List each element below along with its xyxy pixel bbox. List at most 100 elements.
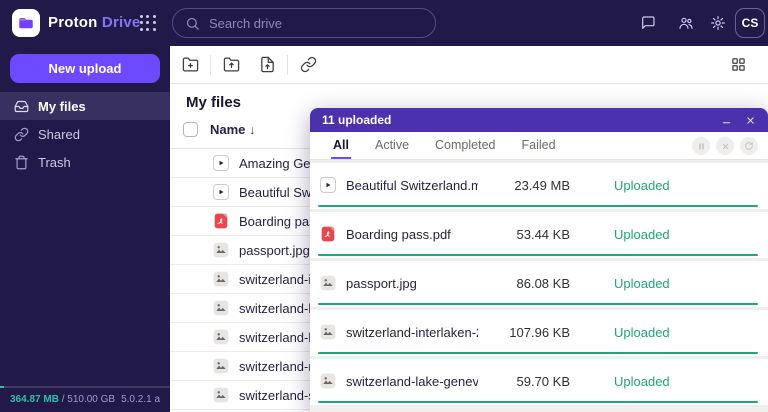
close-icon[interactable] — [744, 114, 756, 126]
search-bar[interactable] — [172, 8, 436, 38]
sidebar-item-shared[interactable]: Shared — [0, 120, 170, 148]
search-icon — [185, 16, 200, 31]
upload-file-size: 53.44 KB — [516, 226, 571, 242]
video-file-icon — [213, 155, 229, 171]
upload-file-name: Boarding pass.pdf — [346, 226, 451, 242]
app-title-drive: Drive — [101, 14, 141, 31]
search-input[interactable] — [209, 15, 409, 31]
image-file-icon — [213, 329, 229, 345]
upload-file-size: 86.08 KB — [516, 275, 571, 291]
storage-progress-bar — [0, 386, 170, 388]
upload-manager-panel: 11 uploaded All Active Completed Failed Bea… — [310, 108, 768, 412]
image-file-icon — [213, 387, 229, 403]
upload-progress-bar — [318, 303, 758, 305]
upload-progress-bar — [318, 254, 758, 256]
folder-logo-icon — [17, 14, 35, 32]
create-folder-button[interactable] — [176, 51, 204, 79]
upload-file-name: Beautiful Switzerland.mp4 — [346, 177, 478, 193]
cancel-all-button[interactable] — [716, 137, 734, 155]
storage-used: 364.87 MB — [10, 394, 59, 405]
upload-folder-button[interactable] — [217, 51, 245, 79]
upload-progress-bar — [318, 352, 758, 354]
account-avatar[interactable]: CS — [735, 8, 765, 38]
storage-summary: 364.87 MB / 510.00 GB 5.0.2.1 a — [10, 394, 160, 405]
pause-all-button[interactable] — [692, 137, 710, 155]
app-title-product: Proton — [48, 14, 98, 31]
inbox-icon — [14, 99, 29, 114]
tab-all[interactable]: All — [331, 138, 351, 159]
storage-total: 510.00 GB — [67, 394, 116, 405]
upload-progress-bar — [318, 205, 758, 207]
restart-all-button[interactable] — [740, 137, 758, 155]
image-file-icon — [213, 242, 229, 258]
upload-panel-header[interactable]: 11 uploaded — [310, 108, 768, 132]
upload-status: Uploaded — [614, 226, 670, 242]
toolbar-separator — [210, 54, 211, 75]
upload-actions — [692, 137, 758, 159]
proton-drive-logo[interactable] — [12, 9, 40, 37]
image-file-icon — [320, 275, 336, 291]
sort-descending-icon[interactable]: ↓ — [249, 123, 255, 137]
upload-status: Uploaded — [614, 177, 670, 193]
upload-file-name: switzerland-interlaken-2.jpg — [346, 324, 478, 340]
app-switcher-icon[interactable] — [140, 15, 156, 31]
image-file-icon — [213, 271, 229, 287]
image-file-icon — [320, 324, 336, 340]
upload-tabs: All Active Completed Failed — [310, 132, 768, 160]
feedback-icon[interactable] — [640, 15, 656, 31]
image-file-icon — [320, 373, 336, 389]
pdf-file-icon — [213, 213, 229, 229]
sidebar-item-label: My files — [38, 98, 86, 114]
trash-icon — [14, 155, 29, 170]
minimize-icon[interactable] — [720, 114, 732, 126]
top-bar: Proton Drive CS — [0, 0, 768, 46]
upload-row[interactable]: Beautiful Switzerland.mp4 23.49 MB Uploade… — [310, 163, 768, 209]
tab-active[interactable]: Active — [373, 138, 411, 159]
file-name: passport.jpg — [239, 242, 310, 258]
avatar-initials: CS — [741, 16, 759, 30]
settings-gear-icon[interactable] — [710, 15, 726, 31]
upload-status: Uploaded — [614, 324, 670, 340]
share-link-button[interactable] — [294, 51, 322, 79]
app-version: 5.0.2.1 a — [121, 394, 160, 405]
upload-row[interactable]: passport.jpg 86.08 KB Uploaded — [310, 261, 768, 307]
sidebar-nav: My files Shared Trash — [0, 92, 170, 176]
upload-file-size: 23.49 MB — [514, 177, 570, 193]
pdf-file-icon — [320, 226, 336, 242]
image-file-icon — [213, 300, 229, 316]
grid-view-toggle[interactable] — [724, 51, 752, 79]
toolbar-separator — [287, 54, 288, 75]
video-file-icon — [320, 177, 336, 193]
sidebar: New upload My files Shared Trash 364.87 MB… — [0, 46, 170, 412]
upload-file-button[interactable] — [253, 51, 281, 79]
image-file-icon — [213, 358, 229, 374]
tab-failed[interactable]: Failed — [519, 138, 557, 159]
link-icon — [14, 127, 29, 142]
sidebar-item-label: Shared — [38, 126, 80, 142]
upload-panel-title: 11 uploaded — [322, 113, 392, 127]
upload-status: Uploaded — [614, 373, 670, 389]
toolbar — [170, 46, 768, 84]
upload-row[interactable]: Boarding pass.pdf 53.44 KB Uploaded — [310, 212, 768, 258]
storage-usage: 364.87 MB / 510.00 GB — [10, 394, 115, 405]
upload-row[interactable]: switzerland-interlaken-2.jpg 107.96 KB Upl… — [310, 310, 768, 356]
tab-completed[interactable]: Completed — [433, 138, 497, 159]
upload-row[interactable]: switzerland-lake-geneva... on.jpg 59.70 K… — [310, 359, 768, 405]
sidebar-item-trash[interactable]: Trash — [0, 148, 170, 176]
new-upload-button[interactable]: New upload — [10, 54, 160, 83]
users-icon[interactable] — [678, 15, 694, 31]
upload-row-list: Beautiful Switzerland.mp4 23.49 MB Uploade… — [310, 160, 768, 405]
upload-file-size: 59.70 KB — [516, 373, 571, 389]
upload-status: Uploaded — [614, 275, 670, 291]
video-file-icon — [213, 184, 229, 200]
upload-file-name: passport.jpg — [346, 275, 417, 291]
upload-progress-bar — [318, 401, 758, 403]
app-title: Proton Drive — [48, 14, 140, 31]
name-column-header[interactable]: Name — [210, 122, 245, 137]
sidebar-item-label: Trash — [38, 154, 71, 170]
select-all-checkbox[interactable] — [183, 122, 198, 137]
sidebar-item-my-files[interactable]: My files — [0, 92, 170, 120]
upload-file-name: switzerland-lake-geneva... on.jpg — [346, 373, 478, 389]
storage-separator: / — [58, 394, 68, 405]
upload-file-size: 107.96 KB — [509, 324, 570, 340]
